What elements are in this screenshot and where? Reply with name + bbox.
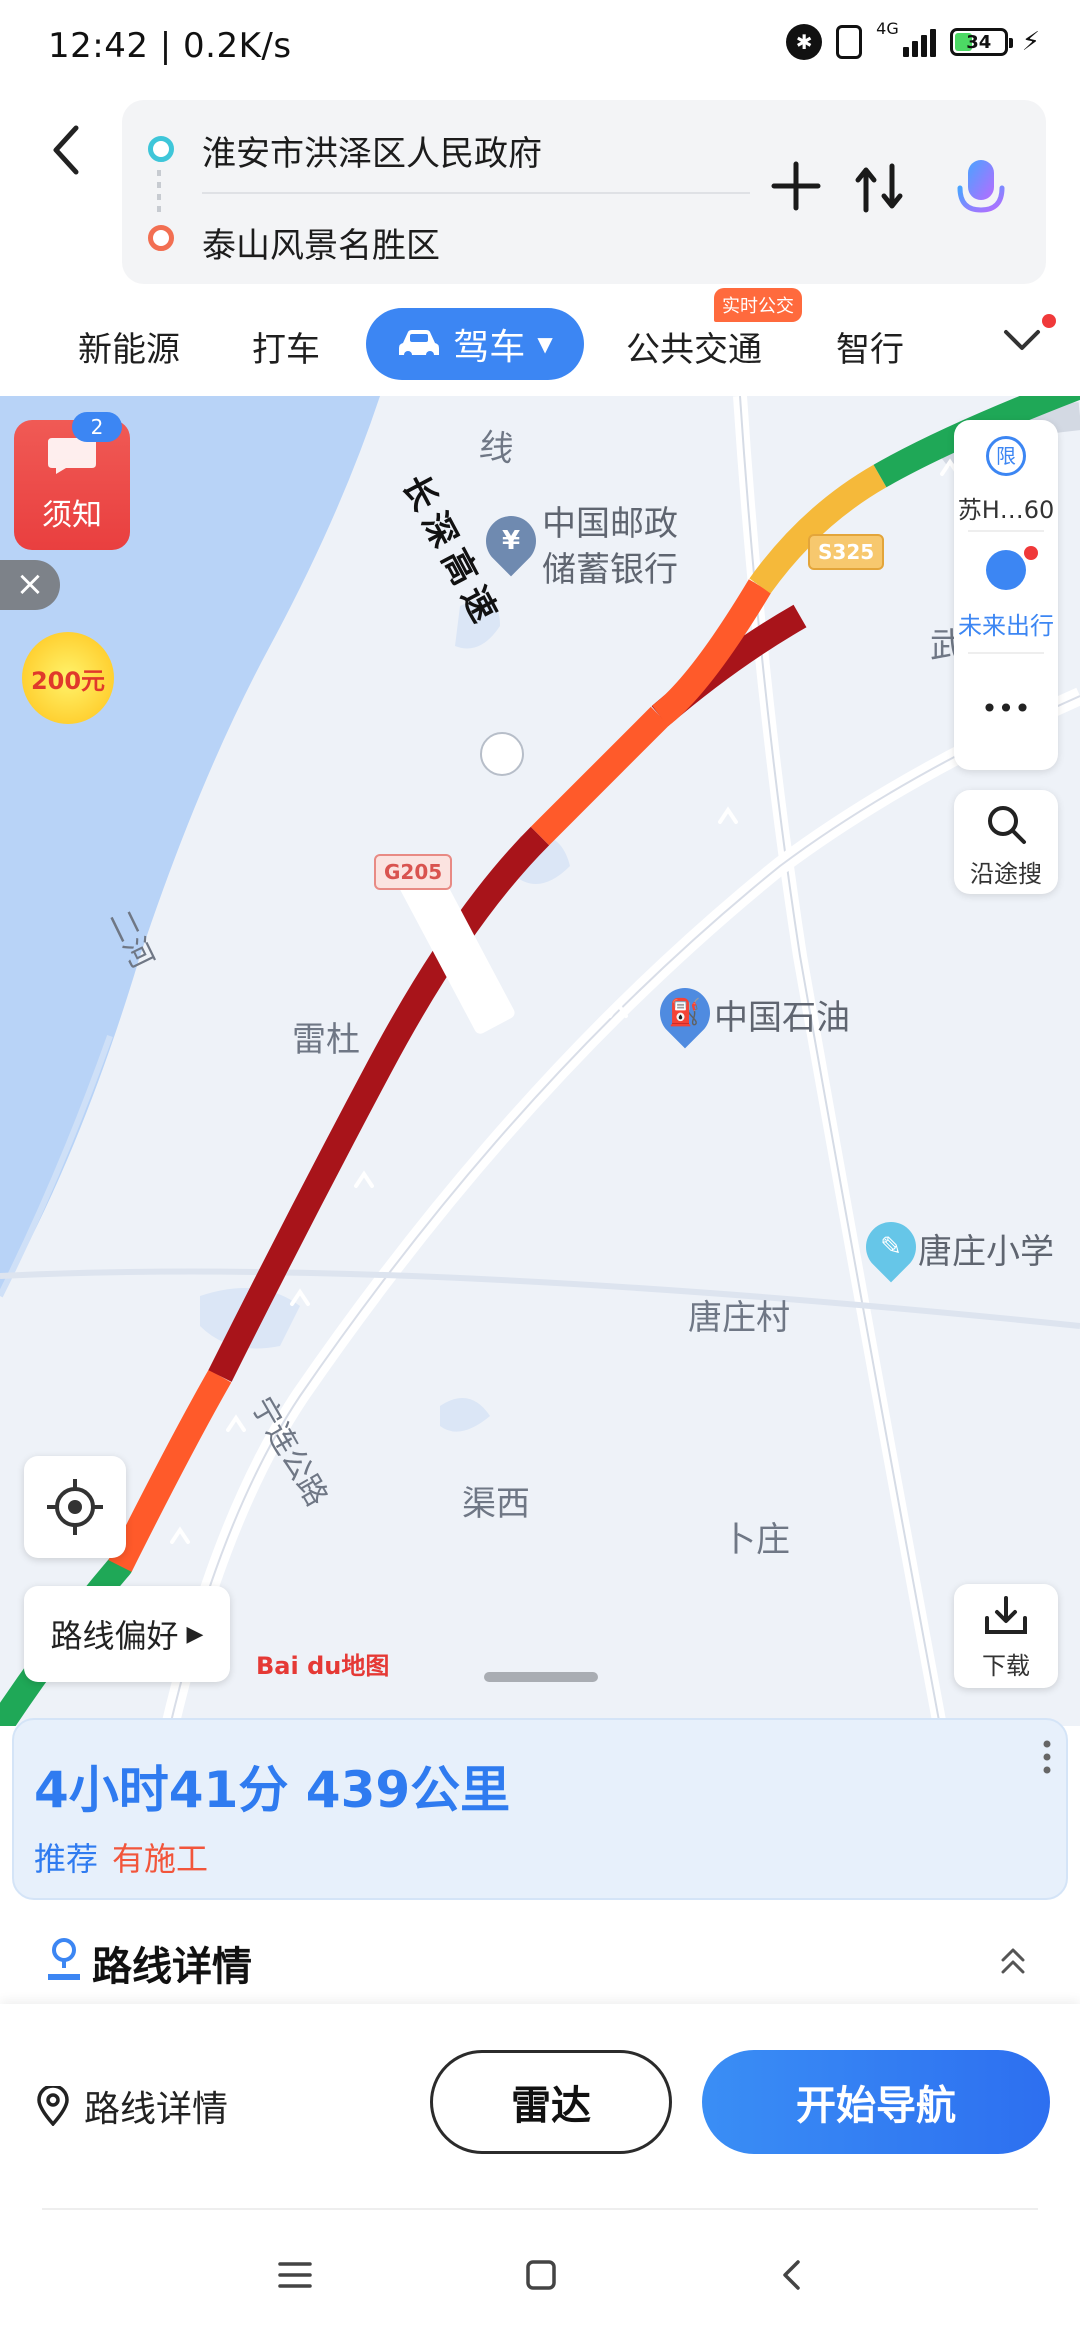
locate-button[interactable] <box>24 1456 126 1558</box>
tab-smart-travel[interactable]: 智行 <box>836 322 904 371</box>
route-details-title: 路线详情 <box>92 1944 252 1990</box>
dropdown-caret-icon: ▼ <box>537 332 553 356</box>
transport-tabs: 新能源 打车 驾车 ▼ 公共交通 实时公交 智行 <box>0 288 1080 390</box>
close-icon[interactable]: × <box>0 560 60 610</box>
download-icon <box>985 1596 1027 1634</box>
tab-drive-label: 驾车 <box>453 327 526 368</box>
locate-icon <box>47 1479 103 1535</box>
route-connector <box>157 170 161 216</box>
tab-public-transit[interactable]: 公共交通 <box>626 322 762 371</box>
school-icon[interactable]: ✎ <box>855 1211 927 1283</box>
map-label-gas[interactable]: 中国石油 <box>714 990 850 1039</box>
tab-new-energy[interactable]: 新能源 <box>78 322 180 371</box>
route-time-distance: 4小时41分 439公里 <box>34 1761 511 1819</box>
chevron-down-icon[interactable] <box>1002 326 1042 356</box>
notification-dot <box>1024 546 1038 560</box>
battery-icon: 34 <box>949 28 1013 56</box>
end-point-icon <box>148 225 174 251</box>
map-label-bank-1[interactable]: 中国邮政 <box>542 496 678 545</box>
recommend-tag: 推荐 <box>34 1840 99 1878</box>
map-label-buzhuang: 卜庄 <box>722 1520 790 1560</box>
start-navigation-button[interactable]: 开始导航 <box>702 2050 1050 2154</box>
road-g205 <box>0 1268 1080 1329</box>
tab-drive[interactable]: 驾车 ▼ <box>366 308 584 380</box>
timer-icon[interactable] <box>986 550 1026 590</box>
download-label: 下载 <box>982 1652 1030 1680</box>
drag-handle[interactable] <box>484 1672 598 1682</box>
input-divider <box>202 192 750 194</box>
future-travel[interactable]: 未来出行 <box>954 606 1058 641</box>
notification-dot <box>1042 314 1056 328</box>
home-icon[interactable] <box>516 2250 566 2300</box>
network-type: 4G <box>876 18 899 38</box>
chevron-up-icon[interactable] <box>998 1946 1028 1976</box>
construction-tag: 有施工 <box>112 1840 209 1878</box>
map-label-school[interactable]: 唐庄小学 <box>918 1224 1054 1273</box>
live-bus-badge: 实时公交 <box>714 288 802 322</box>
road-shield-g205: G205 <box>374 854 453 890</box>
map-base <box>0 396 1080 1726</box>
start-point-icon <box>148 136 174 162</box>
route-details-link-label: 路线详情 <box>84 2089 229 2130</box>
notice-count-badge: 2 <box>72 412 122 442</box>
destination-field[interactable]: 泰山风景名胜区 <box>202 218 440 267</box>
map-label-bank-2[interactable]: 储蓄银行 <box>542 542 678 591</box>
swap-icon[interactable] <box>852 160 908 216</box>
more-vertical-icon[interactable] <box>1042 1740 1052 1774</box>
map-view[interactable]: 线 ¥ 中国邮政 储蓄银行 武 S325 ⛽ 中国石油 雷杜 二河 ✎ 唐庄小学… <box>0 396 1080 1726</box>
status-time: 12:42 | 0.2K/s <box>48 26 292 66</box>
voice-mic-icon[interactable] <box>954 156 1008 226</box>
divider <box>42 2208 1038 2210</box>
gas-station-icon[interactable]: ⛽ <box>649 977 721 1049</box>
route-segment-congested <box>530 706 670 846</box>
map-side-panel: 限 苏H…60 未来出行 ••• <box>954 420 1058 770</box>
radar-button[interactable]: 雷达 <box>430 2050 672 2154</box>
pond <box>440 1398 490 1432</box>
add-waypoint-icon[interactable] <box>770 160 822 212</box>
map-label-quxi: 渠西 <box>462 1484 530 1524</box>
sim-icon <box>836 25 863 59</box>
coupon-badge[interactable]: 200元 <box>22 632 114 724</box>
back-nav-icon[interactable] <box>768 2250 818 2300</box>
license-plate[interactable]: 苏H…60 <box>954 490 1058 525</box>
play-icon: ▶ <box>186 1621 204 1647</box>
map-label-leidu: 雷杜 <box>292 1020 360 1060</box>
route-segment-congested <box>108 1369 232 1572</box>
notice-label: 须知 <box>42 498 102 533</box>
charging-icon: ⚡ <box>1021 27 1040 57</box>
road-shield-s325: S325 <box>808 534 885 570</box>
bluetooth-icon: ✱ <box>786 24 823 60</box>
download-button[interactable]: 下载 <box>954 1584 1058 1688</box>
car-icon <box>399 330 440 359</box>
status-icons: ✱ 4G 34 ⚡ <box>786 19 1040 60</box>
search-along-route-label: 沿途搜 <box>970 860 1042 888</box>
map-label-line: 线 <box>476 425 517 471</box>
tab-taxi[interactable]: 打车 <box>252 322 320 371</box>
route-details-link[interactable]: 路线详情 <box>36 2080 228 2132</box>
location-pin-icon <box>48 1938 80 1980</box>
map-pin-icon <box>37 2086 69 2126</box>
poi-marker-icon[interactable] <box>480 732 524 776</box>
message-icon <box>48 438 96 474</box>
origin-field[interactable]: 淮安市洪泽区人民政府 <box>202 126 542 175</box>
route-preference-button[interactable]: 路线偏好 ▶ <box>24 1586 230 1682</box>
menu-icon[interactable] <box>270 2250 320 2300</box>
battery-level: 34 <box>966 31 992 53</box>
search-icon <box>988 806 1026 844</box>
search-along-route-button[interactable]: 沿途搜 <box>954 790 1058 894</box>
map-label-village: 唐庄村 <box>688 1298 790 1338</box>
back-icon[interactable] <box>46 120 86 180</box>
more-icon[interactable]: ••• <box>954 692 1058 725</box>
baidu-logo: Bai du地图 <box>256 1652 390 1680</box>
restriction-icon[interactable]: 限 <box>986 436 1026 476</box>
signal-icon <box>902 27 936 57</box>
route-preference-label: 路线偏好 <box>50 1617 179 1655</box>
